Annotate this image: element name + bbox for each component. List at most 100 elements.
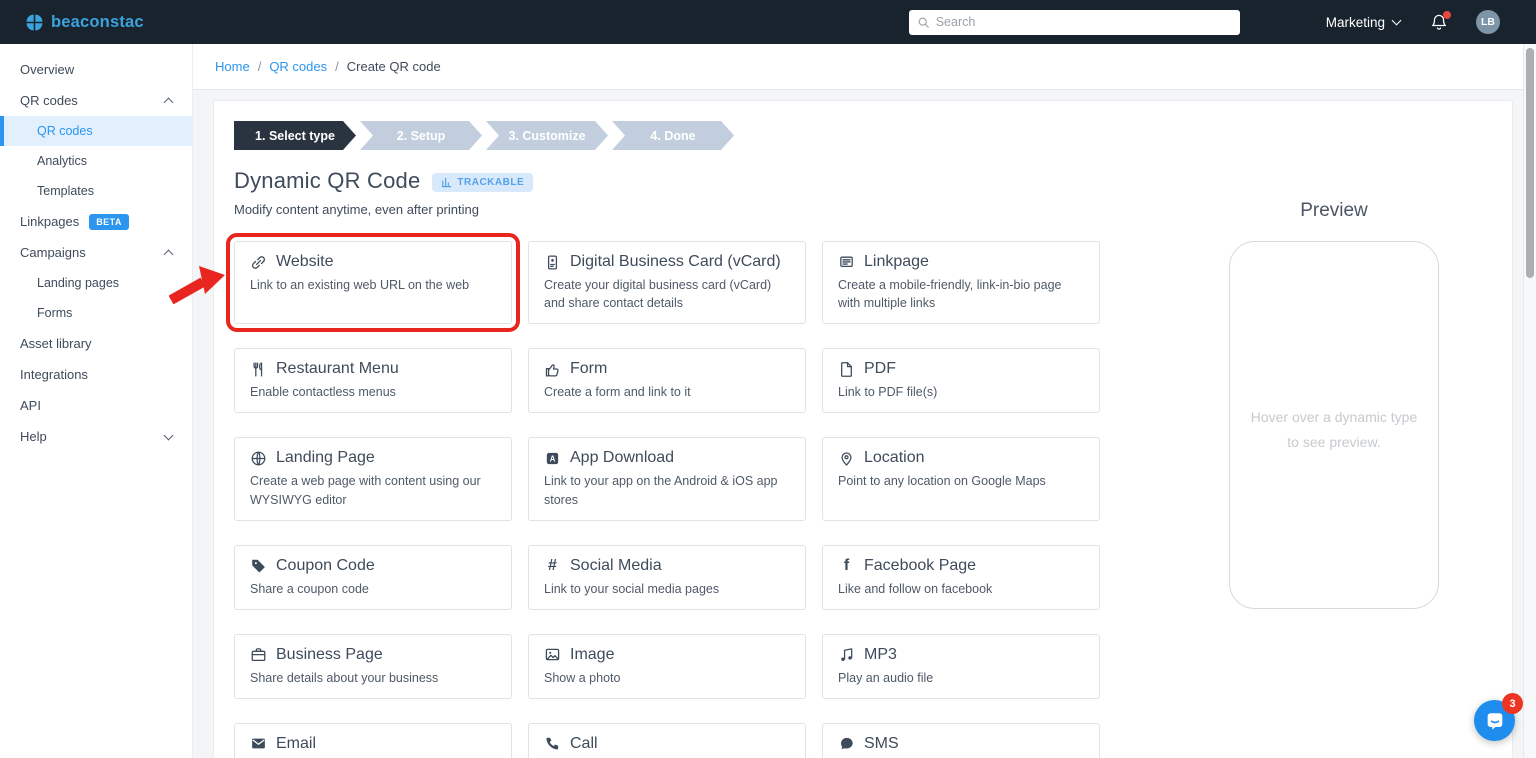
sms-bubble-icon xyxy=(838,735,855,752)
user-avatar[interactable]: LB xyxy=(1476,10,1500,34)
qr-type-card-call[interactable]: CallReceive phone calls xyxy=(528,722,806,758)
main-area: Home / QR codes / Create QR code 1. Select t… xyxy=(168,44,1536,758)
sidebar-item-label: Forms xyxy=(37,306,73,320)
page-scrollbar[interactable] xyxy=(1523,44,1536,758)
sidebar-item-label: API xyxy=(20,398,41,413)
beaconstac-logo-icon xyxy=(25,13,44,32)
org-label: Marketing xyxy=(1325,14,1385,30)
card-title: Business Page xyxy=(276,645,383,663)
preview-panel: Preview Hover over a dynamic type to see… xyxy=(1229,200,1439,609)
sidebar-item-integrations[interactable]: Integrations xyxy=(0,359,192,390)
card-description: Link to your social media pages xyxy=(544,581,720,596)
qr-type-card-app-download[interactable]: A App Download Link to your app on the And… xyxy=(528,437,806,521)
card-title: PDF xyxy=(864,360,896,378)
qr-type-card-digital-business-card-vcard[interactable]: Digital Business Card (vCard) Create your… xyxy=(528,241,806,325)
wizard-step-3: 3. Customize xyxy=(486,121,608,150)
sidebar-item-forms[interactable]: Forms xyxy=(0,298,192,328)
card-title: Social Media xyxy=(570,556,662,574)
qr-type-card-landing-page[interactable]: Landing Page Create a web page with conte… xyxy=(234,437,512,521)
sidebar-item-label: Analytics xyxy=(37,154,88,168)
linkpage-icon xyxy=(838,254,855,271)
qr-type-card-linkpage[interactable]: Linkpage Create a mobile-friendly, link-i… xyxy=(822,241,1100,325)
logo-text: beaconstac xyxy=(51,12,144,31)
sidebar-item-label: Asset library xyxy=(20,336,92,351)
card-description: Share a coupon code xyxy=(250,581,369,596)
qr-type-card-sms[interactable]: SMSReceive text (SMS) messages xyxy=(822,722,1100,758)
breadcrumb-item[interactable]: Home xyxy=(215,59,250,74)
sidebar-item-label: QR codes xyxy=(37,124,93,138)
card-description: Link to an existing web URL on the web xyxy=(250,278,470,292)
sidebar-item-qr-codes[interactable]: QR codes xyxy=(0,116,192,146)
qr-type-card-mp3[interactable]: MP3 Play an audio file xyxy=(822,633,1100,699)
trackable-badge: TRACKABLE xyxy=(432,173,534,192)
breadcrumb-item: Create QR code xyxy=(346,59,441,74)
breadcrumb-item[interactable]: QR codes xyxy=(269,59,327,74)
qr-type-card-email[interactable]: EmailReceive email messages xyxy=(234,722,512,758)
preview-phone-frame: Hover over a dynamic type to see preview… xyxy=(1229,241,1439,609)
sidebar-item-linkpages[interactable]: Linkpages BETA xyxy=(0,206,192,237)
card-description: Link to your app on the Android & iOS ap… xyxy=(544,474,778,507)
card-title: Linkpage xyxy=(864,253,929,270)
sidebar-item-label: Campaigns xyxy=(20,245,86,260)
app-download-icon: A xyxy=(544,450,561,467)
qr-type-grid: Website Link to an existing web URL on th… xyxy=(168,232,1100,758)
chevron-up-icon xyxy=(163,249,174,260)
qr-type-card-restaurant-menu[interactable]: Restaurant Menu Enable contactless menus xyxy=(234,348,512,414)
card-description: Create a mobile-friendly, link-in-bio pa… xyxy=(838,278,1062,311)
image-icon xyxy=(544,646,561,663)
sidebar-item-qr-codes-group[interactable]: QR codes xyxy=(0,85,192,116)
sidebar-item-templates[interactable]: Templates xyxy=(0,176,192,206)
chevron-up-icon xyxy=(163,97,174,108)
card-description: Create your digital business card (vCard… xyxy=(544,278,772,311)
restaurant-icon xyxy=(250,361,267,378)
svg-text:A: A xyxy=(550,454,556,463)
chevron-down-icon xyxy=(163,430,174,440)
card-description: Play an audio file xyxy=(838,670,934,685)
qr-type-card-social-media[interactable]: # Social Media Link to your social media p… xyxy=(528,544,806,610)
sidebar-item-landing-pages[interactable]: Landing pages xyxy=(0,268,192,298)
sidebar-item-campaigns-group[interactable]: Campaigns xyxy=(0,237,192,268)
sidebar-item-api[interactable]: API xyxy=(0,390,192,421)
qr-type-card-website[interactable]: Website Link to an existing web URL on th… xyxy=(168,232,520,333)
pdf-file-icon xyxy=(838,361,855,378)
beaconstac-logo[interactable]: beaconstac xyxy=(25,13,144,32)
qr-type-card-pdf[interactable]: PDF Link to PDF file(s) xyxy=(822,348,1100,414)
qr-type-card-business-page[interactable]: Business Page Share details about your bu… xyxy=(234,633,512,699)
qr-type-card-coupon-code[interactable]: Coupon Code Share a coupon code xyxy=(234,544,512,610)
sidebar-item-label: Help xyxy=(20,429,47,444)
coupon-tag-icon xyxy=(250,557,267,574)
sidebar-item-asset-library[interactable]: Asset library xyxy=(0,328,192,359)
sidebar-item-help[interactable]: Help xyxy=(0,421,192,452)
sidebar-item-label: Templates xyxy=(37,184,94,198)
card-description: Create a web page with content using our… xyxy=(250,474,481,507)
card-description: Link to PDF file(s) xyxy=(838,385,938,400)
search-input[interactable] xyxy=(935,15,1232,29)
chat-bubble-icon xyxy=(1484,710,1506,732)
scrollbar-thumb[interactable] xyxy=(1526,48,1534,278)
sidebar-item-analytics[interactable]: Analytics xyxy=(0,146,192,176)
sidebar-item-overview[interactable]: Overview xyxy=(0,54,192,85)
qr-type-card-form[interactable]: Form Create a form and link to it xyxy=(528,348,806,414)
card-title: App Download xyxy=(570,449,675,467)
chevron-down-icon xyxy=(1391,15,1402,26)
sidebar-item-label: Integrations xyxy=(20,367,88,382)
card-description: Share details about your business xyxy=(250,670,439,685)
card-title: Restaurant Menu xyxy=(276,360,399,378)
qr-type-card-image[interactable]: Image Show a photo xyxy=(528,633,806,699)
card-title: SMS xyxy=(864,734,899,752)
card-title: MP3 xyxy=(864,645,897,663)
notifications-button[interactable] xyxy=(1430,10,1451,32)
qr-type-card-location[interactable]: Location Point to any location on Google … xyxy=(822,437,1100,521)
card-title: Call xyxy=(570,734,598,752)
sidebar-item-label: Landing pages xyxy=(37,276,120,290)
card-description: Enable contactless menus xyxy=(250,385,396,400)
global-search xyxy=(908,9,1240,35)
search-icon xyxy=(917,16,930,29)
card-title: Image xyxy=(570,645,615,663)
card-description: Create a form and link to it xyxy=(544,385,691,400)
org-switcher[interactable]: Marketing xyxy=(1325,14,1402,30)
qr-type-card-facebook-page[interactable]: f Facebook Page Like and follow on faceboo… xyxy=(822,544,1100,610)
facebook-icon: f xyxy=(843,556,850,574)
chat-launcher-button[interactable]: 3 xyxy=(1474,693,1523,741)
step-wizard: 1. Select type 2. Setup 3. Customize 4. Don… xyxy=(234,121,734,150)
